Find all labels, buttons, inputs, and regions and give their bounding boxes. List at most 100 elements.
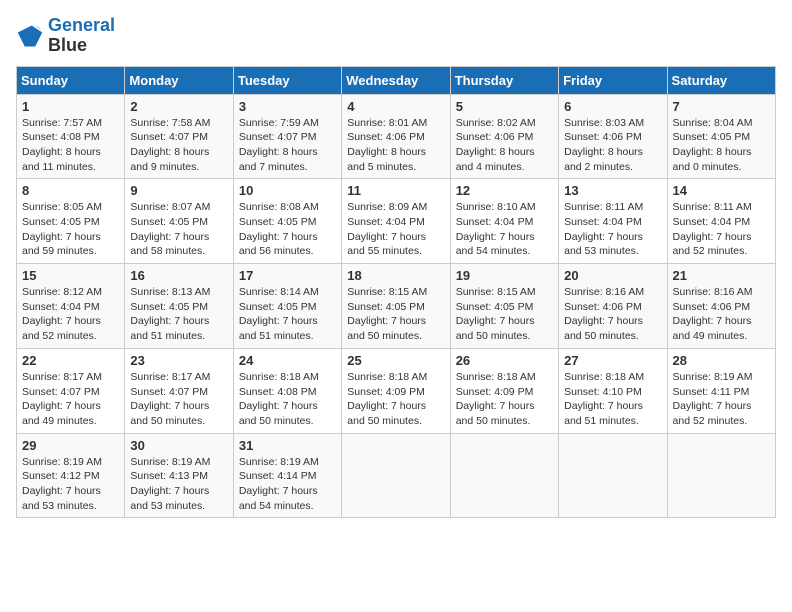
day-number: 17 xyxy=(239,268,336,283)
logo: General Blue xyxy=(16,16,115,56)
day-info: Sunrise: 8:17 AMSunset: 4:07 PMDaylight:… xyxy=(22,370,119,429)
day-info: Sunrise: 8:02 AMSunset: 4:06 PMDaylight:… xyxy=(456,116,553,175)
header-tuesday: Tuesday xyxy=(233,66,341,94)
calendar-cell: 10 Sunrise: 8:08 AMSunset: 4:05 PMDaylig… xyxy=(233,179,341,264)
calendar-cell: 30 Sunrise: 8:19 AMSunset: 4:13 PMDaylig… xyxy=(125,433,233,518)
day-number: 2 xyxy=(130,99,227,114)
day-number: 22 xyxy=(22,353,119,368)
day-number: 14 xyxy=(673,183,770,198)
week-row-1: 1 Sunrise: 7:57 AMSunset: 4:08 PMDayligh… xyxy=(17,94,776,179)
calendar-cell: 13 Sunrise: 8:11 AMSunset: 4:04 PMDaylig… xyxy=(559,179,667,264)
day-info: Sunrise: 8:18 AMSunset: 4:09 PMDaylight:… xyxy=(456,370,553,429)
day-number: 5 xyxy=(456,99,553,114)
day-info: Sunrise: 8:19 AMSunset: 4:14 PMDaylight:… xyxy=(239,455,336,514)
calendar-cell: 3 Sunrise: 7:59 AMSunset: 4:07 PMDayligh… xyxy=(233,94,341,179)
day-info: Sunrise: 8:03 AMSunset: 4:06 PMDaylight:… xyxy=(564,116,661,175)
day-info: Sunrise: 8:16 AMSunset: 4:06 PMDaylight:… xyxy=(564,285,661,344)
day-number: 26 xyxy=(456,353,553,368)
week-row-4: 22 Sunrise: 8:17 AMSunset: 4:07 PMDaylig… xyxy=(17,348,776,433)
day-info: Sunrise: 8:07 AMSunset: 4:05 PMDaylight:… xyxy=(130,200,227,259)
day-number: 20 xyxy=(564,268,661,283)
day-number: 28 xyxy=(673,353,770,368)
day-number: 4 xyxy=(347,99,444,114)
days-header-row: SundayMondayTuesdayWednesdayThursdayFrid… xyxy=(17,66,776,94)
day-info: Sunrise: 8:13 AMSunset: 4:05 PMDaylight:… xyxy=(130,285,227,344)
header-thursday: Thursday xyxy=(450,66,558,94)
calendar-cell: 31 Sunrise: 8:19 AMSunset: 4:14 PMDaylig… xyxy=(233,433,341,518)
calendar-cell: 28 Sunrise: 8:19 AMSunset: 4:11 PMDaylig… xyxy=(667,348,775,433)
day-info: Sunrise: 8:19 AMSunset: 4:12 PMDaylight:… xyxy=(22,455,119,514)
page-header: General Blue xyxy=(16,16,776,56)
day-number: 6 xyxy=(564,99,661,114)
day-number: 11 xyxy=(347,183,444,198)
day-number: 27 xyxy=(564,353,661,368)
day-info: Sunrise: 8:10 AMSunset: 4:04 PMDaylight:… xyxy=(456,200,553,259)
calendar-cell xyxy=(450,433,558,518)
day-number: 29 xyxy=(22,438,119,453)
day-number: 13 xyxy=(564,183,661,198)
day-number: 16 xyxy=(130,268,227,283)
calendar-cell: 6 Sunrise: 8:03 AMSunset: 4:06 PMDayligh… xyxy=(559,94,667,179)
calendar-cell: 24 Sunrise: 8:18 AMSunset: 4:08 PMDaylig… xyxy=(233,348,341,433)
calendar-cell: 7 Sunrise: 8:04 AMSunset: 4:05 PMDayligh… xyxy=(667,94,775,179)
day-info: Sunrise: 8:08 AMSunset: 4:05 PMDaylight:… xyxy=(239,200,336,259)
day-info: Sunrise: 8:11 AMSunset: 4:04 PMDaylight:… xyxy=(564,200,661,259)
day-info: Sunrise: 7:59 AMSunset: 4:07 PMDaylight:… xyxy=(239,116,336,175)
day-info: Sunrise: 8:18 AMSunset: 4:09 PMDaylight:… xyxy=(347,370,444,429)
day-number: 3 xyxy=(239,99,336,114)
calendar-cell: 4 Sunrise: 8:01 AMSunset: 4:06 PMDayligh… xyxy=(342,94,450,179)
week-row-2: 8 Sunrise: 8:05 AMSunset: 4:05 PMDayligh… xyxy=(17,179,776,264)
calendar-cell: 17 Sunrise: 8:14 AMSunset: 4:05 PMDaylig… xyxy=(233,264,341,349)
day-info: Sunrise: 8:15 AMSunset: 4:05 PMDaylight:… xyxy=(456,285,553,344)
day-number: 18 xyxy=(347,268,444,283)
day-number: 8 xyxy=(22,183,119,198)
week-row-5: 29 Sunrise: 8:19 AMSunset: 4:12 PMDaylig… xyxy=(17,433,776,518)
day-info: Sunrise: 8:04 AMSunset: 4:05 PMDaylight:… xyxy=(673,116,770,175)
day-number: 21 xyxy=(673,268,770,283)
calendar-cell: 11 Sunrise: 8:09 AMSunset: 4:04 PMDaylig… xyxy=(342,179,450,264)
calendar-cell: 9 Sunrise: 8:07 AMSunset: 4:05 PMDayligh… xyxy=(125,179,233,264)
calendar-cell xyxy=(559,433,667,518)
calendar-cell: 29 Sunrise: 8:19 AMSunset: 4:12 PMDaylig… xyxy=(17,433,125,518)
day-number: 23 xyxy=(130,353,227,368)
day-info: Sunrise: 8:19 AMSunset: 4:11 PMDaylight:… xyxy=(673,370,770,429)
day-number: 19 xyxy=(456,268,553,283)
day-number: 7 xyxy=(673,99,770,114)
day-number: 24 xyxy=(239,353,336,368)
calendar-cell: 22 Sunrise: 8:17 AMSunset: 4:07 PMDaylig… xyxy=(17,348,125,433)
calendar-cell: 18 Sunrise: 8:15 AMSunset: 4:05 PMDaylig… xyxy=(342,264,450,349)
logo-text: General Blue xyxy=(48,16,115,56)
header-saturday: Saturday xyxy=(667,66,775,94)
day-info: Sunrise: 8:15 AMSunset: 4:05 PMDaylight:… xyxy=(347,285,444,344)
day-number: 15 xyxy=(22,268,119,283)
day-number: 31 xyxy=(239,438,336,453)
day-number: 30 xyxy=(130,438,227,453)
calendar-cell: 16 Sunrise: 8:13 AMSunset: 4:05 PMDaylig… xyxy=(125,264,233,349)
day-info: Sunrise: 7:58 AMSunset: 4:07 PMDaylight:… xyxy=(130,116,227,175)
day-info: Sunrise: 7:57 AMSunset: 4:08 PMDaylight:… xyxy=(22,116,119,175)
calendar-cell: 2 Sunrise: 7:58 AMSunset: 4:07 PMDayligh… xyxy=(125,94,233,179)
day-info: Sunrise: 8:05 AMSunset: 4:05 PMDaylight:… xyxy=(22,200,119,259)
day-info: Sunrise: 8:09 AMSunset: 4:04 PMDaylight:… xyxy=(347,200,444,259)
calendar-cell: 27 Sunrise: 8:18 AMSunset: 4:10 PMDaylig… xyxy=(559,348,667,433)
header-monday: Monday xyxy=(125,66,233,94)
calendar-cell: 26 Sunrise: 8:18 AMSunset: 4:09 PMDaylig… xyxy=(450,348,558,433)
calendar-cell: 1 Sunrise: 7:57 AMSunset: 4:08 PMDayligh… xyxy=(17,94,125,179)
calendar-cell xyxy=(667,433,775,518)
day-number: 1 xyxy=(22,99,119,114)
day-info: Sunrise: 8:14 AMSunset: 4:05 PMDaylight:… xyxy=(239,285,336,344)
calendar-cell: 5 Sunrise: 8:02 AMSunset: 4:06 PMDayligh… xyxy=(450,94,558,179)
day-number: 10 xyxy=(239,183,336,198)
day-number: 25 xyxy=(347,353,444,368)
day-info: Sunrise: 8:18 AMSunset: 4:08 PMDaylight:… xyxy=(239,370,336,429)
calendar-cell: 21 Sunrise: 8:16 AMSunset: 4:06 PMDaylig… xyxy=(667,264,775,349)
day-number: 12 xyxy=(456,183,553,198)
day-info: Sunrise: 8:11 AMSunset: 4:04 PMDaylight:… xyxy=(673,200,770,259)
calendar-cell: 12 Sunrise: 8:10 AMSunset: 4:04 PMDaylig… xyxy=(450,179,558,264)
day-number: 9 xyxy=(130,183,227,198)
week-row-3: 15 Sunrise: 8:12 AMSunset: 4:04 PMDaylig… xyxy=(17,264,776,349)
header-wednesday: Wednesday xyxy=(342,66,450,94)
calendar-cell: 15 Sunrise: 8:12 AMSunset: 4:04 PMDaylig… xyxy=(17,264,125,349)
day-info: Sunrise: 8:17 AMSunset: 4:07 PMDaylight:… xyxy=(130,370,227,429)
day-info: Sunrise: 8:18 AMSunset: 4:10 PMDaylight:… xyxy=(564,370,661,429)
